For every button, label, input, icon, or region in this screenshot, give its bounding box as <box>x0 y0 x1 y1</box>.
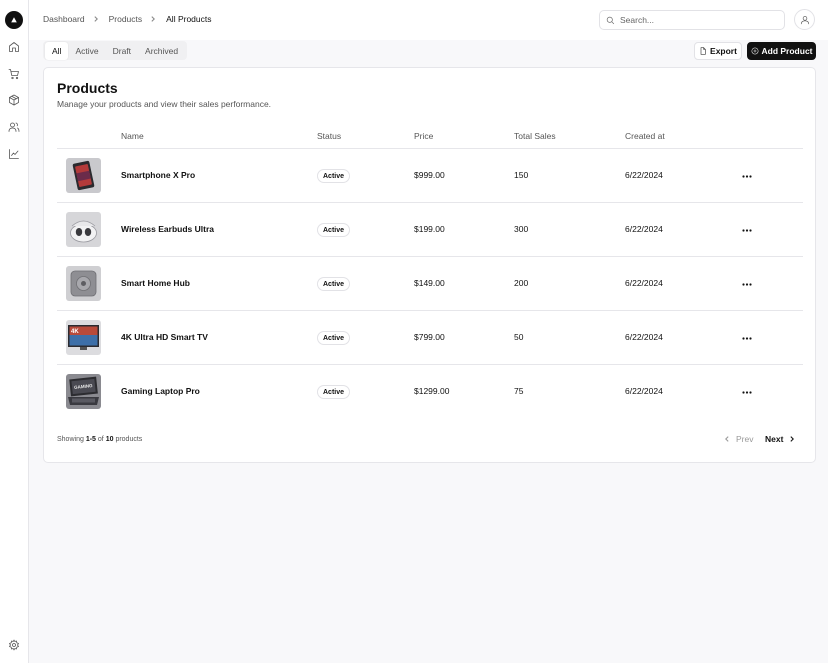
product-created-at: 6/22/2024 <box>625 170 663 180</box>
package-icon[interactable] <box>7 93 21 107</box>
ellipsis-icon <box>742 336 752 340</box>
product-name: Gaming Laptop Pro <box>121 386 200 396</box>
file-icon <box>700 47 706 55</box>
column-header-total-sales[interactable]: Total Sales <box>514 131 556 141</box>
table-row[interactable]: Wireless Earbuds Ultra Active $199.00 30… <box>57 203 803 257</box>
unit-label: products <box>115 436 143 443</box>
status-badge: Active <box>317 385 351 399</box>
tab-all[interactable]: All <box>45 41 69 60</box>
product-image-hub <box>66 266 101 301</box>
status-badge: Active <box>317 331 351 345</box>
chevron-right-icon <box>790 436 795 442</box>
showing-range: 1-5 <box>85 436 96 443</box>
ellipsis-icon <box>742 228 752 232</box>
tab-active[interactable]: Active <box>68 42 105 60</box>
product-name: 4K Ultra HD Smart TV <box>121 332 208 342</box>
chart-icon[interactable] <box>7 147 21 161</box>
svg-text:4K: 4K <box>71 329 79 335</box>
product-price: $1299.00 <box>414 386 450 396</box>
status-badge: Active <box>317 223 351 237</box>
product-created-at: 6/22/2024 <box>625 386 663 396</box>
product-created-at: 6/22/2024 <box>625 278 663 288</box>
ellipsis-icon <box>742 174 752 178</box>
more-actions-button[interactable] <box>739 168 755 184</box>
gear-icon[interactable] <box>7 638 21 652</box>
chevron-left-icon <box>725 436 729 442</box>
chevron-right-icon <box>93 15 101 23</box>
cart-icon[interactable] <box>7 67 21 81</box>
sidebar <box>0 0 29 663</box>
search-input[interactable] <box>620 15 770 25</box>
product-image-laptop: GAMING <box>66 374 101 409</box>
add-product-label: Add Product <box>761 46 813 56</box>
tab-archived[interactable]: Archived <box>138 42 185 60</box>
showing-label: Showing <box>57 436 84 443</box>
table-header: Name Status Price Total Sales Created at <box>57 128 803 149</box>
breadcrumb-all-products: All Products <box>166 14 212 24</box>
column-header-status[interactable]: Status <box>317 131 341 141</box>
chevron-right-icon <box>150 15 158 23</box>
table-row[interactable]: Smartphone X Pro Active $999.00 150 6/22… <box>57 149 803 203</box>
product-image-smartphone <box>66 158 101 193</box>
pagination-summary: Showing 1-5 of 10 products <box>57 436 142 443</box>
product-price: $149.00 <box>414 278 445 288</box>
product-price: $999.00 <box>414 170 445 180</box>
ellipsis-icon <box>742 390 752 394</box>
total-count: 10 <box>105 436 114 443</box>
status-badge: Active <box>317 277 351 291</box>
product-name: Smart Home Hub <box>121 278 190 288</box>
user-menu-button[interactable] <box>794 9 815 30</box>
export-label: Export <box>710 46 737 56</box>
users-icon[interactable] <box>7 120 21 134</box>
table-row[interactable]: GAMING Gaming Laptop Pro Active $1299.00… <box>57 365 803 419</box>
product-image-earbuds <box>66 212 101 247</box>
search-icon <box>606 16 615 24</box>
product-total-sales: 75 <box>514 386 524 396</box>
user-icon <box>800 15 809 24</box>
product-total-sales: 50 <box>514 332 524 342</box>
product-price: $799.00 <box>414 332 445 342</box>
column-header-created-at[interactable]: Created at <box>625 131 665 141</box>
more-actions-button[interactable] <box>739 276 755 292</box>
product-total-sales: 150 <box>514 170 529 180</box>
status-tabs: All Active Draft Archived <box>43 41 188 60</box>
product-image-tv: 4K <box>66 320 101 355</box>
plus-circle-icon <box>751 47 758 55</box>
prev-page-button[interactable]: Prev <box>724 434 753 444</box>
product-price: $199.00 <box>414 224 445 234</box>
status-badge: Active <box>317 169 351 183</box>
search-box[interactable] <box>599 10 785 30</box>
product-name: Wireless Earbuds Ultra <box>121 224 214 234</box>
table-row[interactable]: 4K 4K Ultra HD Smart TV Active $799.00 5… <box>57 311 803 365</box>
product-created-at: 6/22/2024 <box>625 332 663 342</box>
prev-label: Prev <box>736 434 754 444</box>
page-subtitle: Manage your products and view their sale… <box>57 99 272 109</box>
breadcrumb-products[interactable]: Products <box>109 14 143 24</box>
top-bar: Dashboard Products All Products <box>29 0 828 40</box>
table-row[interactable]: Smart Home Hub Active $149.00 200 6/22/2… <box>57 257 803 311</box>
products-card: Products Manage your products and view t… <box>43 67 816 463</box>
column-header-name[interactable]: Name <box>121 131 144 141</box>
ellipsis-icon <box>742 282 752 286</box>
product-total-sales: 300 <box>514 224 529 234</box>
product-created-at: 6/22/2024 <box>625 224 663 234</box>
more-actions-button[interactable] <box>739 330 755 346</box>
logo-icon[interactable] <box>5 11 23 29</box>
of-label: of <box>97 436 104 443</box>
home-icon[interactable] <box>7 40 21 54</box>
breadcrumb-dashboard[interactable]: Dashboard <box>43 14 85 24</box>
next-label: Next <box>765 434 784 444</box>
next-page-button[interactable]: Next <box>765 434 795 444</box>
column-header-price[interactable]: Price <box>414 131 433 141</box>
tab-draft[interactable]: Draft <box>106 42 138 60</box>
add-product-button[interactable]: Add Product <box>747 42 816 60</box>
breadcrumb: Dashboard Products All Products <box>43 14 212 24</box>
page-title: Products <box>57 80 118 96</box>
export-button[interactable]: Export <box>694 42 742 60</box>
product-name: Smartphone X Pro <box>121 170 196 180</box>
product-total-sales: 200 <box>514 278 529 288</box>
more-actions-button[interactable] <box>739 384 755 400</box>
more-actions-button[interactable] <box>739 222 755 238</box>
